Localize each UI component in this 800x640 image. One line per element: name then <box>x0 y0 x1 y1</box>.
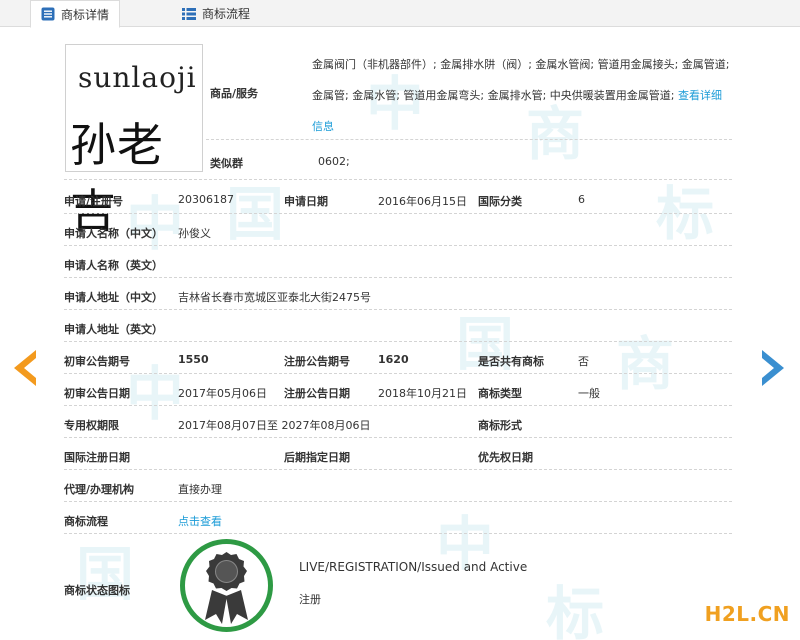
divider <box>206 139 732 140</box>
tab-label: 商标流程 <box>202 7 251 21</box>
term-label: 专用权期限 <box>64 419 119 432</box>
similar-group-label: 类似群 <box>210 157 243 170</box>
shared-value: 否 <box>578 355 589 368</box>
mark-form-label: 商标形式 <box>478 419 522 432</box>
trademark-text-cn: 孙老吉 <box>70 118 164 238</box>
status-icon-label: 商标状态图标 <box>64 584 130 597</box>
tab-trademark-detail[interactable]: 商标详情 <box>30 0 121 28</box>
applicant-en-label: 申请人名称（英文） <box>64 259 163 272</box>
status-text-cn: 注册 <box>299 593 321 606</box>
divider <box>64 533 732 534</box>
later-designation-label: 后期指定日期 <box>284 451 350 464</box>
divider <box>64 341 732 342</box>
agent-label: 代理/办理机构 <box>64 483 135 496</box>
prelim-no-value: 1550 <box>178 353 209 366</box>
reg-no-value: 20306187 <box>178 193 234 206</box>
grid-list-icon <box>182 7 196 21</box>
shared-label: 是否共有商标 <box>478 355 544 368</box>
reg-pub-date-value: 2018年10月21日 <box>378 387 467 400</box>
tab-bar: 商标详情 商标流程 <box>0 0 800 28</box>
intl-class-value: 6 <box>578 193 585 206</box>
status-text-en: LIVE/REGISTRATION/Issued and Active <box>299 560 528 574</box>
divider <box>64 501 732 502</box>
mark-type-label: 商标类型 <box>478 387 522 400</box>
goods-services: 金属阀门（非机器部件）; 金属排水阱（阀）; 金属水管阀; 管道用金属接头; 金… <box>312 49 732 142</box>
prelim-date-label: 初审公告日期 <box>64 387 130 400</box>
list-icon <box>41 7 55 21</box>
registered-badge-icon <box>179 538 274 633</box>
priority-date-label: 优先权日期 <box>478 451 533 464</box>
mark-type-value: 一般 <box>578 387 600 400</box>
prelim-date-value: 2017年05月06日 <box>178 387 267 400</box>
goods-label: 商品/服务 <box>210 87 259 100</box>
reg-no-label: 申请/注册号 <box>64 195 124 208</box>
divider <box>64 405 732 406</box>
view-process-link[interactable]: 点击查看 <box>178 513 222 529</box>
divider <box>64 309 732 310</box>
prev-arrow-icon[interactable] <box>10 348 40 388</box>
applicant-cn-label: 申请人名称（中文） <box>64 227 163 240</box>
trademark-detail-panel: 中 国 中 商 标 中 国 商 国 中 标 sunlaoji 孙老吉 商品/服务… <box>56 27 732 640</box>
site-watermark-logo: H2L.CN <box>704 602 790 626</box>
trademark-image: sunlaoji 孙老吉 <box>65 44 203 238</box>
divider <box>64 179 732 180</box>
divider <box>64 437 732 438</box>
apply-date-value: 2016年06月15日 <box>378 195 467 208</box>
prelim-no-label: 初审公告期号 <box>64 355 130 368</box>
intl-class-label: 国际分类 <box>478 195 522 208</box>
similar-group-value: 0602; <box>318 155 350 168</box>
divider <box>64 469 732 470</box>
address-cn-label: 申请人地址（中文） <box>64 291 163 304</box>
term-value: 2017年08月07日至 2027年08月06日 <box>178 419 371 432</box>
reg-pub-date-label: 注册公告日期 <box>284 387 350 400</box>
address-cn-value: 吉林省长春市宽城区亚泰北大街2475号 <box>178 291 371 304</box>
divider <box>64 213 732 214</box>
apply-date-label: 申请日期 <box>284 195 328 208</box>
tab-trademark-process[interactable]: 商标流程 <box>172 0 260 27</box>
address-en-label: 申请人地址（英文） <box>64 323 163 336</box>
intl-reg-date-label: 国际注册日期 <box>64 451 130 464</box>
agent-value: 直接办理 <box>178 483 222 496</box>
goods-text: 金属阀门（非机器部件）; 金属排水阱（阀）; 金属水管阀; 管道用金属接头; 金… <box>312 58 730 102</box>
divider <box>64 277 732 278</box>
divider <box>64 373 732 374</box>
divider <box>64 245 732 246</box>
reg-pub-no-label: 注册公告期号 <box>284 355 350 368</box>
reg-pub-no-value: 1620 <box>378 353 409 366</box>
next-arrow-icon[interactable] <box>758 348 788 388</box>
trademark-text-en: sunlaoji <box>78 61 197 94</box>
tab-label: 商标详情 <box>61 7 110 22</box>
applicant-cn-value: 孙俊义 <box>178 227 211 240</box>
process-label: 商标流程 <box>64 515 108 528</box>
